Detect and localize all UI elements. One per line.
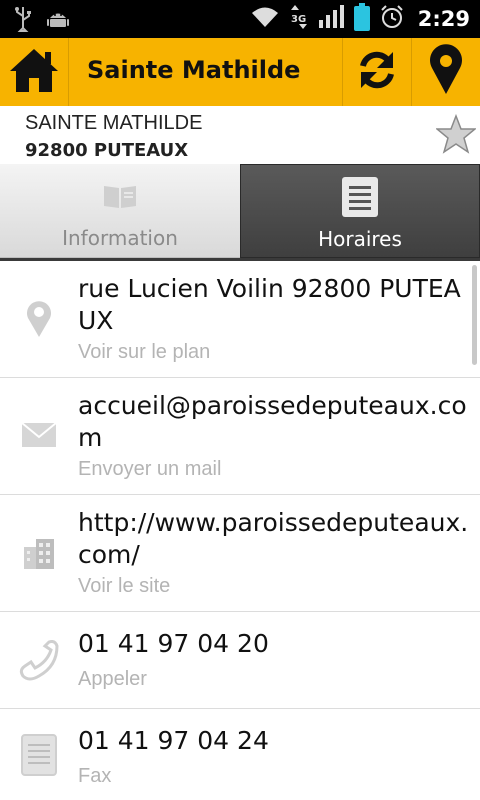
status-bar: 3G 2:29 [0, 0, 480, 38]
action-bar: Sainte Mathilde [0, 38, 480, 106]
fax-action: Fax [78, 765, 112, 787]
3g-icon: 3G [290, 4, 308, 34]
fax-text: 01 41 97 04 24 [78, 726, 269, 755]
tab-label: Information [62, 226, 178, 250]
refresh-icon [355, 48, 399, 96]
contact-list: rue Lucien Voilin 92800 PUTEAUX Voir sur… [0, 261, 480, 800]
phone-action: Appeler [78, 668, 147, 690]
location-pin-icon [428, 44, 464, 100]
place-name: SAINTE MATHILDE [25, 112, 203, 134]
mail-icon [16, 422, 62, 448]
place-city: 92800 PUTEAUX [25, 140, 189, 161]
phone-icon [16, 640, 62, 684]
home-icon [7, 46, 61, 98]
signal-icon [318, 5, 344, 33]
location-button[interactable] [412, 38, 480, 106]
alarm-icon [380, 5, 404, 33]
website-text: http://www.paroissedeputeaux.com/ [78, 508, 469, 569]
list-icon [340, 175, 380, 223]
map-pin-icon [16, 299, 62, 339]
list-item-phone[interactable]: 01 41 97 04 20 Appeler [0, 612, 480, 709]
star-icon[interactable] [434, 113, 478, 158]
refresh-button[interactable] [343, 38, 411, 106]
fax-icon [16, 733, 62, 777]
address-action: Voir sur le plan [78, 341, 211, 363]
list-item-email[interactable]: accueil@paroissedeputeaux.com Envoyer un… [0, 378, 480, 495]
svg-text:3G: 3G [291, 14, 306, 25]
tab-horaires[interactable]: Horaires [240, 164, 480, 258]
tab-information[interactable]: Information [0, 164, 240, 258]
phone-text: 01 41 97 04 20 [78, 629, 269, 658]
divider [68, 38, 69, 106]
address-text: rue Lucien Voilin 92800 PUTEAUX [78, 274, 461, 335]
home-button[interactable] [0, 38, 68, 106]
scrollbar[interactable] [472, 265, 477, 365]
book-icon [102, 182, 138, 214]
status-time: 2:29 [417, 7, 470, 31]
list-item-website[interactable]: http://www.paroissedeputeaux.com/ Voir l… [0, 495, 480, 612]
list-item-fax[interactable]: 01 41 97 04 24 Fax [0, 709, 480, 800]
page-title: Sainte Mathilde [87, 56, 301, 84]
wifi-icon [250, 5, 280, 33]
usb-icon [14, 6, 32, 36]
battery-icon [353, 3, 370, 35]
website-action: Voir le site [78, 575, 171, 597]
tab-bar: Information Horaires [0, 164, 480, 258]
android-icon [46, 7, 70, 35]
place-header: SAINTE MATHILDE 92800 PUTEAUX [0, 106, 480, 164]
email-action: Envoyer un mail [78, 458, 222, 480]
email-text: accueil@paroissedeputeaux.com [78, 391, 467, 452]
tab-label: Horaires [318, 227, 402, 251]
building-icon [16, 537, 62, 569]
list-item-address[interactable]: rue Lucien Voilin 92800 PUTEAUX Voir sur… [0, 261, 480, 378]
